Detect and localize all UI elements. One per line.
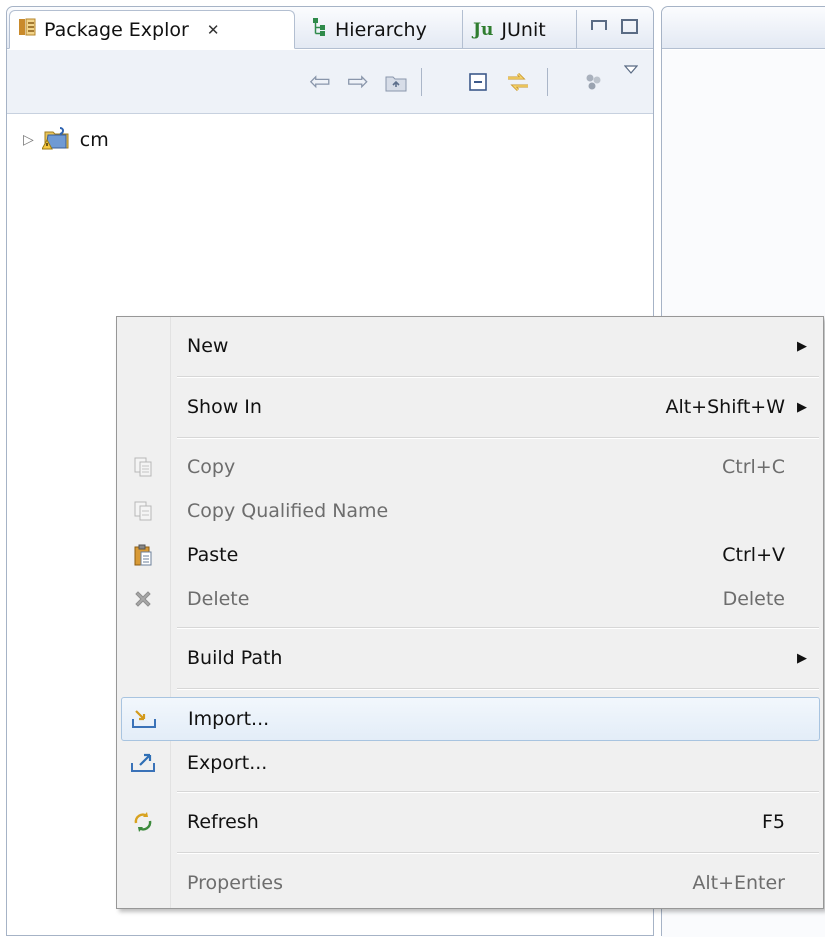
view-toolbar: ⇦ ⇨: [7, 50, 653, 114]
java-project-warning-icon: [40, 126, 72, 155]
collapse-all-icon[interactable]: [461, 50, 495, 114]
minimize-icon[interactable]: [591, 20, 607, 30]
submenu-arrow-icon: ▶: [797, 399, 807, 415]
toolbar-separator: [421, 68, 422, 96]
tab-junit-label: JUnit: [501, 18, 546, 41]
menu-item-show-in[interactable]: Show In Alt+Shift+W ▶: [117, 385, 823, 429]
tab-package-explorer[interactable]: Package Explor ✕: [9, 10, 295, 49]
menu-item-import[interactable]: Import...: [121, 697, 820, 741]
menu-item-delete[interactable]: Delete Delete: [117, 577, 823, 621]
import-icon: [124, 697, 164, 741]
tab-junit[interactable]: Ju JUnit: [465, 10, 577, 49]
menu-item-label: Build Path: [187, 647, 283, 669]
delete-icon: [123, 577, 163, 621]
menu-item-label: Properties: [187, 872, 284, 894]
menu-item-copy-qualified-name[interactable]: Copy Qualified Name: [117, 489, 823, 533]
menu-item-label: Show In: [187, 396, 262, 418]
back-arrow-icon[interactable]: ⇦: [303, 50, 337, 114]
link-editor-icon[interactable]: [501, 50, 535, 114]
menu-item-build-path[interactable]: Build Path ▶: [117, 636, 823, 680]
paste-icon: [123, 533, 163, 577]
menu-separator: [177, 852, 819, 854]
view-tab-bar: Package Explor ✕ Hierarchy Ju JUnit: [7, 7, 653, 49]
menu-item-shortcut: F5: [761, 811, 785, 833]
maximize-icon[interactable]: [621, 19, 638, 34]
menu-item-label: New: [187, 335, 229, 357]
submenu-arrow-icon: ▶: [797, 338, 807, 354]
editor-tab-bar: [662, 7, 825, 49]
copy-qualified-name-icon: [123, 489, 163, 533]
close-icon[interactable]: ✕: [207, 21, 220, 39]
menu-item-shortcut: Delete: [722, 588, 785, 610]
toolbar-separator: [547, 68, 548, 96]
menu-item-properties[interactable]: Properties Alt+Enter: [117, 861, 823, 905]
menu-item-label: Delete: [187, 588, 250, 610]
tab-hierarchy[interactable]: Hierarchy: [303, 10, 463, 49]
menu-separator: [177, 791, 819, 793]
menu-item-label: Export...: [187, 752, 268, 774]
up-folder-icon[interactable]: [379, 50, 413, 114]
menu-item-paste[interactable]: Paste Ctrl+V: [117, 533, 823, 577]
menu-item-shortcut: Alt+Enter: [692, 872, 785, 894]
menu-item-shortcut: Alt+Shift+W: [665, 396, 785, 418]
export-icon: [123, 741, 163, 785]
menu-item-label: Import...: [188, 708, 270, 730]
menu-item-refresh[interactable]: Refresh F5: [117, 800, 823, 844]
menu-item-copy[interactable]: Copy Ctrl+C: [117, 445, 823, 489]
menu-item-label: Paste: [187, 544, 239, 566]
expand-arrow-icon[interactable]: ▷: [23, 132, 34, 148]
menu-item-shortcut: Ctrl+V: [722, 544, 785, 566]
menu-item-new[interactable]: New ▶: [117, 324, 823, 368]
menu-separator: [177, 376, 819, 378]
menu-item-label: Copy: [187, 456, 236, 478]
view-dropdown-icon[interactable]: [619, 38, 643, 102]
tab-hierarchy-label: Hierarchy: [335, 18, 427, 41]
menu-separator: [177, 627, 819, 629]
menu-item-shortcut: Ctrl+C: [722, 456, 785, 478]
copy-icon: [123, 445, 163, 489]
menu-item-export[interactable]: Export...: [117, 741, 823, 785]
menu-item-label: Refresh: [187, 811, 259, 833]
context-menu: New ▶ Show In Alt+Shift+W ▶ Copy Ctrl+C …: [116, 316, 824, 909]
hierarchy-icon: [311, 17, 327, 42]
forward-arrow-icon[interactable]: ⇨: [341, 50, 375, 114]
project-label: cm: [79, 129, 109, 151]
view-menu-icon[interactable]: [577, 50, 611, 114]
submenu-arrow-icon: ▶: [797, 650, 807, 666]
menu-separator: [177, 437, 819, 439]
junit-icon: Ju: [473, 19, 494, 40]
menu-separator: [177, 688, 819, 690]
package-explorer-icon: [18, 18, 36, 41]
refresh-icon: [123, 800, 163, 844]
tab-package-explorer-label: Package Explor: [44, 18, 189, 41]
tree-item-project[interactable]: ▷ cm: [23, 123, 109, 157]
menu-item-label: Copy Qualified Name: [187, 500, 389, 522]
